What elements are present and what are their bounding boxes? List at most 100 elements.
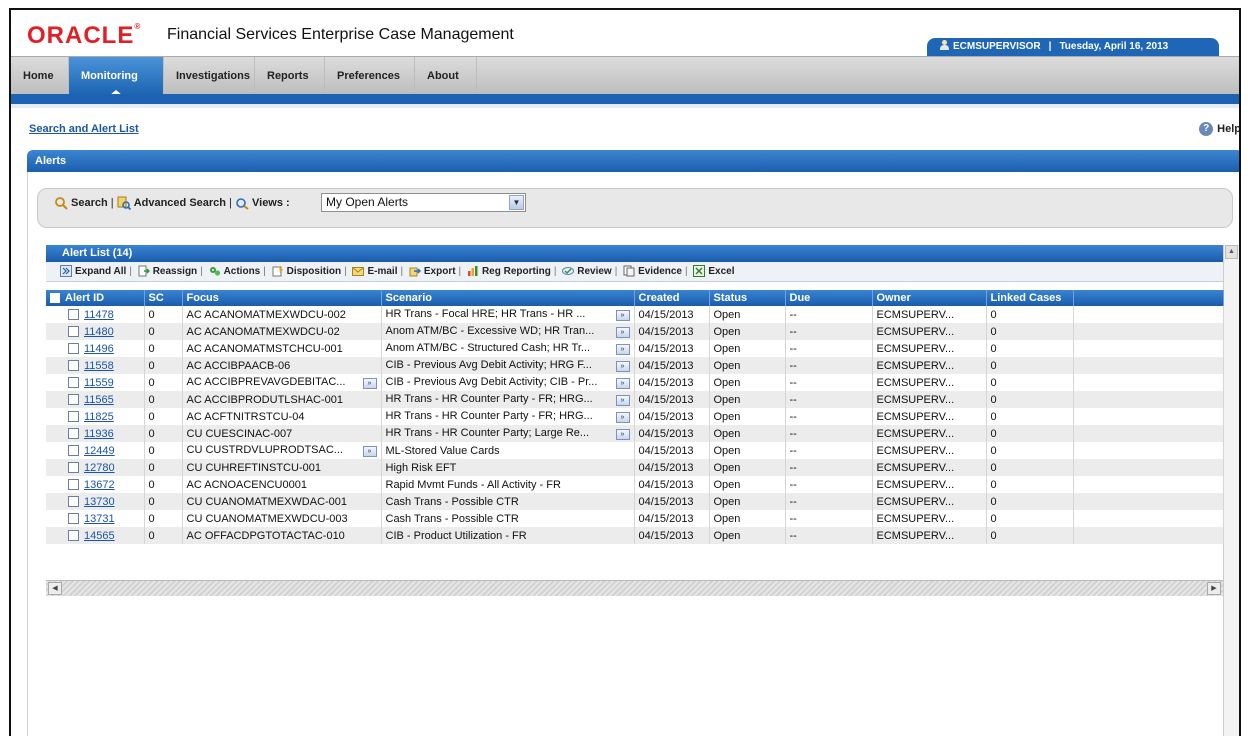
alert-id-link[interactable]: 13731 [84,513,115,525]
expand-more-icon[interactable]: » [615,412,630,423]
expand-all-button[interactable]: Expand All [60,262,126,282]
alert-id-link[interactable]: 11565 [84,394,114,406]
excel-button[interactable]: Excel [693,262,735,282]
column-owner[interactable]: Owner [872,290,987,306]
row-checkbox[interactable] [68,445,79,457]
created-cell: 04/15/2013 [634,391,710,408]
vertical-scrollbar[interactable]: ▲ [1223,245,1239,736]
table-row[interactable]: 11558 0 AC ACCIBPAACB-06» CIB - Previous Av… [46,357,1224,374]
table-row[interactable]: 11565 0 AC ACCIBPRODUTLSHAC-001» HR Trans -… [46,391,1224,408]
table-row[interactable]: 13731 0 CU CUANOMATMEXWDCU-003 Cash Trans -… [46,510,1224,527]
reg-reporting-button[interactable]: Reg Reporting [467,262,551,282]
tab-monitoring[interactable]: Monitoring [69,57,164,95]
row-checkbox[interactable] [68,326,79,338]
search-link[interactable]: Search [71,197,108,209]
export-button[interactable]: Export [409,262,456,282]
alert-id-link[interactable]: 11825 [84,411,114,423]
email-button[interactable]: E-mail [352,262,397,282]
expand-more-icon[interactable]: » [615,327,630,338]
row-checkbox[interactable] [68,360,79,372]
due-cell: -- [785,493,873,510]
tab-reports[interactable]: Reports [255,57,325,95]
due-cell: -- [785,391,873,408]
alert-id-link[interactable]: 11480 [84,326,114,338]
row-checkbox[interactable] [68,428,79,440]
search-icon[interactable] [54,196,68,210]
row-checkbox[interactable] [68,377,79,389]
alert-id-link[interactable]: 14565 [84,530,115,542]
table-row[interactable]: 11496 0 AC ACANOMATMSTCHCU-001» Anom ATM/BC… [46,340,1224,357]
row-checkbox[interactable] [68,496,79,508]
expand-more-icon[interactable]: » [615,361,630,372]
breadcrumb[interactable]: Search and Alert List [29,123,139,135]
row-checkbox[interactable] [68,343,79,355]
table-row[interactable]: 13730 0 CU CUANOMATMEXWDAC-001 Cash Trans -… [46,493,1224,510]
alert-id-link[interactable]: 12780 [84,462,115,474]
alert-id-link[interactable]: 11936 [84,428,114,440]
table-row[interactable]: 12449 0» CU CUSTRDVLUPRODTSAC... ML-Stored … [46,442,1224,459]
scroll-right-icon[interactable]: ▶ [1207,582,1221,595]
table-row[interactable]: 11825 0 AC ACFTNITRSTCU-04» HR Trans - HR C… [46,408,1224,425]
row-checkbox[interactable] [68,394,79,406]
alert-id-link[interactable]: 11558 [84,360,114,372]
column-scenario[interactable]: Scenario [381,290,635,306]
column-sc[interactable]: SC [144,290,183,306]
column-linked-cases[interactable]: Linked Cases [986,290,1074,306]
due-cell: -- [785,408,873,425]
table-row[interactable]: 11936 0 CU CUESCINAC-007» HR Trans - HR Cou… [46,425,1224,442]
expand-more-icon[interactable]: » [615,429,630,440]
row-checkbox[interactable] [68,462,79,474]
table-row[interactable]: 11559 0» AC ACCIBPREVAVGDEBITAC...» CIB - P… [46,374,1224,391]
expand-more-icon[interactable]: » [615,378,630,389]
reassign-button[interactable]: Reassign [138,262,197,282]
review-button[interactable]: Review [562,262,612,282]
table-row[interactable]: 11478 0 AC ACANOMATMEXWDCU-002» HR Trans - … [46,306,1224,323]
expand-more-icon[interactable]: » [615,310,630,321]
app-title: Financial Services Enterprise Case Manag… [167,26,514,43]
scroll-up-icon[interactable]: ▲ [1225,245,1238,259]
chevron-down-icon[interactable]: ▼ [509,195,524,210]
help-link[interactable]: ? Help [1199,122,1239,136]
table-row[interactable]: 12780 0 CU CUHREFTINSTCU-001 High Risk EFT 0… [46,459,1224,476]
sc-cell: 0 [144,425,183,442]
alert-id-link[interactable]: 11496 [84,343,114,355]
row-checkbox[interactable] [68,411,79,423]
table-row[interactable]: 11480 0 AC ACANOMATMEXWDCU-02» Anom ATM/BC … [46,323,1224,340]
expand-more-icon[interactable]: » [615,344,630,355]
column-alert-id[interactable]: Alert ID [46,290,145,306]
row-checkbox[interactable] [68,513,79,525]
advanced-search-icon[interactable] [117,196,131,211]
column-due[interactable]: Due [785,290,873,306]
actions-button[interactable]: Actions [209,262,260,282]
column-status[interactable]: Status [709,290,786,306]
horizontal-scrollbar[interactable]: ◀ ▶ [46,580,1223,596]
row-checkbox[interactable] [68,530,79,542]
tab-preferences[interactable]: Preferences [325,57,415,95]
row-checkbox[interactable] [68,309,79,321]
expand-more-icon[interactable]: » [362,446,377,457]
expand-more-icon[interactable]: » [362,378,377,389]
tab-home[interactable]: Home [11,57,69,95]
scroll-left-icon[interactable]: ◀ [48,582,62,595]
views-dropdown[interactable]: My Open Alerts ▼ [321,193,526,212]
alert-id-link[interactable]: 11559 [84,377,114,389]
alert-id-link[interactable]: 13672 [84,479,115,491]
column-focus[interactable]: Focus [182,290,382,306]
user-name[interactable]: ECMSUPERVISOR [953,41,1041,52]
table-row[interactable]: 14565 0 AC OFFACDPGTOTACTAC-010 CIB - Produ… [46,527,1224,544]
select-all-checkbox[interactable] [50,293,60,304]
owner-cell: ECMSUPERV... [872,476,987,493]
advanced-search-link[interactable]: Advanced Search [134,197,226,209]
linked-cases-cell: 0 [986,476,1074,493]
expand-more-icon[interactable]: » [615,395,630,406]
table-row[interactable]: 13672 0 AC ACNOACENCU0001 Rapid Mvmt Funds … [46,476,1224,493]
alert-id-link[interactable]: 13730 [84,496,115,508]
column-created[interactable]: Created [634,290,710,306]
row-checkbox[interactable] [68,479,79,491]
disposition-button[interactable]: Disposition [272,262,341,282]
tab-investigations[interactable]: Investigations [164,57,255,95]
alert-id-link[interactable]: 12449 [84,445,115,457]
evidence-button[interactable]: Evidence [623,262,682,282]
alert-id-link[interactable]: 11478 [84,309,114,321]
tab-about[interactable]: About [415,57,477,95]
